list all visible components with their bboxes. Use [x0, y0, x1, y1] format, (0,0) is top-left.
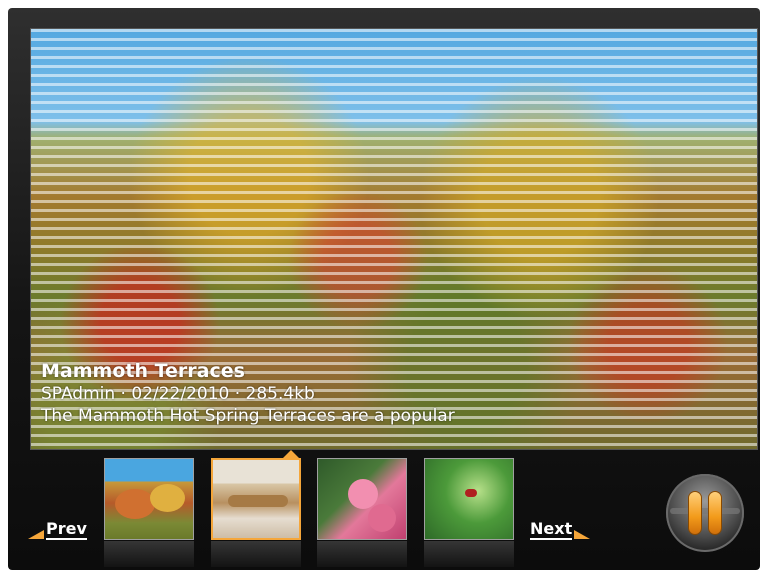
next-label: Next	[530, 519, 573, 540]
thumbnail-pink-flowers[interactable]	[317, 458, 407, 540]
thumbnail-green-plants-bug[interactable]	[424, 458, 514, 540]
slide-caption: Mammoth Terraces SPAdmin · 02/22/2010 · …	[41, 359, 455, 427]
thumbnail-autumn-trees[interactable]	[104, 458, 194, 540]
next-button[interactable]: Next	[530, 519, 591, 540]
slide-description: The Mammoth Hot Spring Terraces are a po…	[41, 406, 455, 426]
pause-button-ring	[670, 508, 740, 514]
prev-label: Prev	[46, 519, 87, 540]
next-arrow-icon	[574, 529, 591, 539]
thumbnail-reflection	[317, 541, 407, 567]
pause-icon	[709, 492, 721, 534]
prev-arrow-icon	[28, 529, 44, 539]
thumbnail-detail	[465, 489, 477, 497]
thumbnail-detail	[150, 484, 185, 512]
active-thumbnail-marker-icon	[283, 450, 299, 458]
thumbnail-reflection	[211, 541, 301, 567]
thumbnail-reflection	[424, 541, 514, 567]
thumbnail-mammoth-terraces[interactable]	[211, 458, 301, 540]
main-image-viewer[interactable]: Mammoth Terraces SPAdmin · 02/22/2010 · …	[30, 28, 758, 450]
thumbnail-detail	[228, 495, 288, 507]
pause-button[interactable]	[666, 474, 744, 552]
thumbnail-detail	[115, 489, 155, 519]
slide-meta: SPAdmin · 02/22/2010 · 285.4kb	[41, 384, 315, 404]
pause-icon	[689, 492, 701, 534]
prev-button[interactable]: Prev	[28, 520, 87, 540]
slide-title: Mammoth Terraces	[41, 360, 245, 382]
thumbnail-detail	[368, 504, 396, 532]
thumbnail-detail	[348, 479, 378, 509]
thumbnail-reflection	[104, 541, 194, 567]
